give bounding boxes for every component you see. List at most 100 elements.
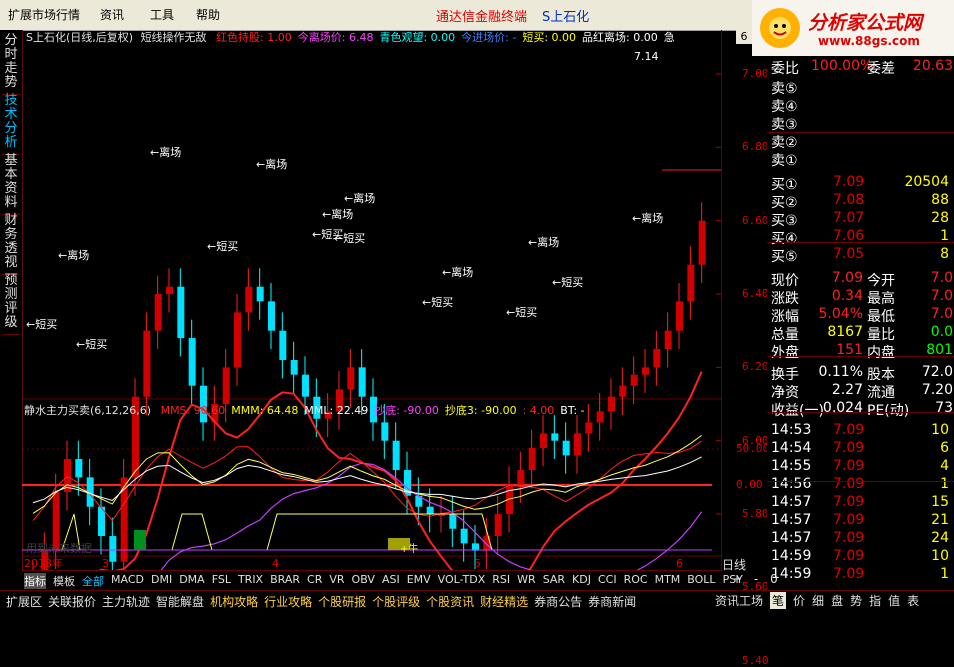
stat-label: 现价 (771, 273, 799, 289)
indicator-tab[interactable]: CCI (598, 573, 617, 586)
sub-tick-label: 0.00 (736, 478, 763, 491)
taskbar-item[interactable]: 机构攻略 (210, 593, 258, 610)
bid-ratio-value: 100.00% (811, 58, 874, 74)
tab-financial[interactable]: 财务透视 (2, 214, 20, 275)
left-vertical-tabs: 分时走势 技术分析 基本资料 财务透视 预测评级 (0, 30, 23, 570)
candlestick (608, 378, 615, 430)
menu-news[interactable]: 资讯 (100, 6, 124, 23)
menu-help[interactable]: 帮助 (196, 6, 220, 23)
menu-extended-market[interactable]: 扩展市场行情 (8, 6, 80, 23)
stat-label: 换手 (771, 367, 799, 383)
bid-row[interactable]: 买③ 7.07 28 (771, 210, 953, 229)
tick-price: 7.09 (833, 494, 865, 510)
taskbar-item[interactable]: 智能解盘 (156, 593, 204, 610)
bid-volume: 8 (940, 246, 949, 262)
indicator-tab[interactable]: MACD (111, 573, 144, 586)
indicator-tab[interactable]: RSI (492, 573, 510, 586)
sub-indicator-field: 抄底3: -90.00 (444, 404, 517, 417)
indicator-tab[interactable]: VR (329, 573, 344, 586)
indicator-field: 品红离场: 0.00 (582, 31, 658, 44)
site-logo: 分析家公式网 www.88gs.com (752, 0, 954, 56)
taskbar-item[interactable]: 个股研报 (318, 593, 366, 610)
candlestick (574, 415, 581, 474)
taskbar-item[interactable]: 行业攻略 (264, 593, 312, 610)
indicator-tab[interactable]: VOL-TDX (438, 573, 486, 586)
tick-row: 14:57 7.09 21 (771, 512, 953, 530)
right-panel-tab[interactable]: 值 (888, 592, 900, 609)
signal-annotation: ←离场 (58, 248, 89, 262)
taskbar-item[interactable]: 个股评级 (372, 593, 420, 610)
right-panel-tab[interactable]: 表 (907, 592, 919, 609)
indicator-tab[interactable]: OBV (352, 573, 375, 586)
signal-annotation: ←短买 (207, 239, 238, 253)
candlestick (268, 283, 275, 350)
indicator-tab[interactable]: 模板 (53, 573, 75, 589)
right-panel-tab[interactable]: 资讯工场 (715, 592, 763, 609)
taskbar-item[interactable]: 主力轨迹 (102, 593, 150, 610)
tick-time: 14:54 (771, 440, 812, 456)
taskbar-item[interactable]: 券商新闻 (588, 593, 636, 610)
signal-annotation: ←短买 (334, 231, 365, 245)
stat-row: 净资 2.27 流通 7.20 (771, 382, 953, 401)
right-panel-tab[interactable]: 细 (812, 592, 824, 609)
indicator-tab[interactable]: 指标 (24, 573, 46, 589)
right-panel-tab[interactable]: 价 (793, 592, 805, 609)
chart-area[interactable]: ←离场 ←离场 ←离场 ←离场 ←离场 ←离场 ←离场 ←离场 ←短买 ←短买 ←短买 ←短买 ←短买 ←… (22, 44, 722, 570)
taskbar-item[interactable]: 扩展区 (6, 593, 42, 610)
candlestick (64, 440, 71, 511)
tick-volume: 21 (931, 512, 949, 528)
menu-tools[interactable]: 工具 (150, 6, 174, 23)
tick-volume: 10 (931, 422, 949, 438)
indicator-tab[interactable]: DMI (151, 573, 172, 586)
indicator-tab[interactable]: 全部 (82, 573, 104, 589)
zoom-out-button[interactable]: - (754, 572, 758, 586)
indicator-tab[interactable]: MTM (655, 573, 681, 586)
indicator-tab[interactable]: EMV (407, 573, 431, 586)
sub-tick-label: 50.00 (736, 442, 770, 455)
taskbar-item[interactable]: 财经精选 (480, 593, 528, 610)
ask-label: 卖③ (771, 117, 798, 133)
candlestick (154, 275, 162, 350)
candlestick (109, 517, 117, 570)
tab-intraday[interactable]: 分时走势 (2, 34, 20, 95)
tick-time: 14:53 (771, 422, 812, 438)
tab-basic-info[interactable]: 基本资料 (2, 154, 20, 215)
bid-row[interactable]: 买② 7.08 88 (771, 192, 953, 211)
tab-technical-analysis[interactable]: 技术分析 (2, 94, 20, 155)
signal-annotation: ←离场 (256, 157, 287, 171)
tab-forecast-rating[interactable]: 预测评级 (2, 274, 20, 335)
indicator-tab[interactable]: BRAR (270, 573, 300, 586)
right-panel-tab[interactable]: 势 (850, 592, 862, 609)
bid-row[interactable]: 买⑤ 7.05 8 (771, 246, 953, 265)
signal-annotation: ←离场 (442, 265, 473, 279)
indicator-tab[interactable]: CR (307, 573, 322, 586)
right-panel-tab[interactable]: 笔 (770, 592, 787, 609)
price-tick-label: 5.80 (742, 507, 769, 521)
period-label[interactable]: 日线 (722, 556, 767, 572)
stat-row: 涨跌 0.34 最高 7.0 (771, 288, 953, 307)
tick-volume: 15 (931, 494, 949, 510)
bid-row[interactable]: 买④ 7.06 1 (771, 228, 953, 247)
indicator-tab[interactable]: ROC (624, 573, 648, 586)
right-panel-tab[interactable]: 指 (869, 592, 881, 609)
taskbar-item[interactable]: 关联报价 (48, 593, 96, 610)
indicator-tab[interactable]: DMA (179, 573, 205, 586)
bid-row[interactable]: 买① 7.09 20504 (771, 174, 953, 193)
stat-row: 换手 0.11% 股本 72.0 (771, 364, 953, 383)
indicator-tab[interactable]: ASI (382, 573, 400, 586)
indicator-tab[interactable]: TRIX (238, 573, 263, 586)
right-panel-tab[interactable]: 盘 (831, 592, 843, 609)
indicator-tab[interactable]: KDJ (572, 573, 591, 586)
bull-signal: +牛 (400, 542, 418, 555)
candlestick (619, 367, 627, 416)
sub-indicator-fields: MMS: 90.60 MMM: 64.48 MML: 22.49 抄底: -90.00… (155, 404, 585, 417)
indicator-tab[interactable]: FSL (212, 573, 231, 586)
zoom-in-button[interactable]: + (732, 572, 742, 586)
taskbar-item[interactable]: 个股资讯 (426, 593, 474, 610)
indicator-tab[interactable]: BOLL (687, 573, 715, 586)
indicator-tab[interactable]: WR (517, 573, 536, 586)
reset-button[interactable]: 0 (770, 572, 778, 586)
taskbar-item[interactable]: 券商公告 (534, 593, 582, 610)
tick-row: 14:57 7.09 24 (771, 530, 953, 548)
indicator-tab[interactable]: SAR (543, 573, 565, 586)
